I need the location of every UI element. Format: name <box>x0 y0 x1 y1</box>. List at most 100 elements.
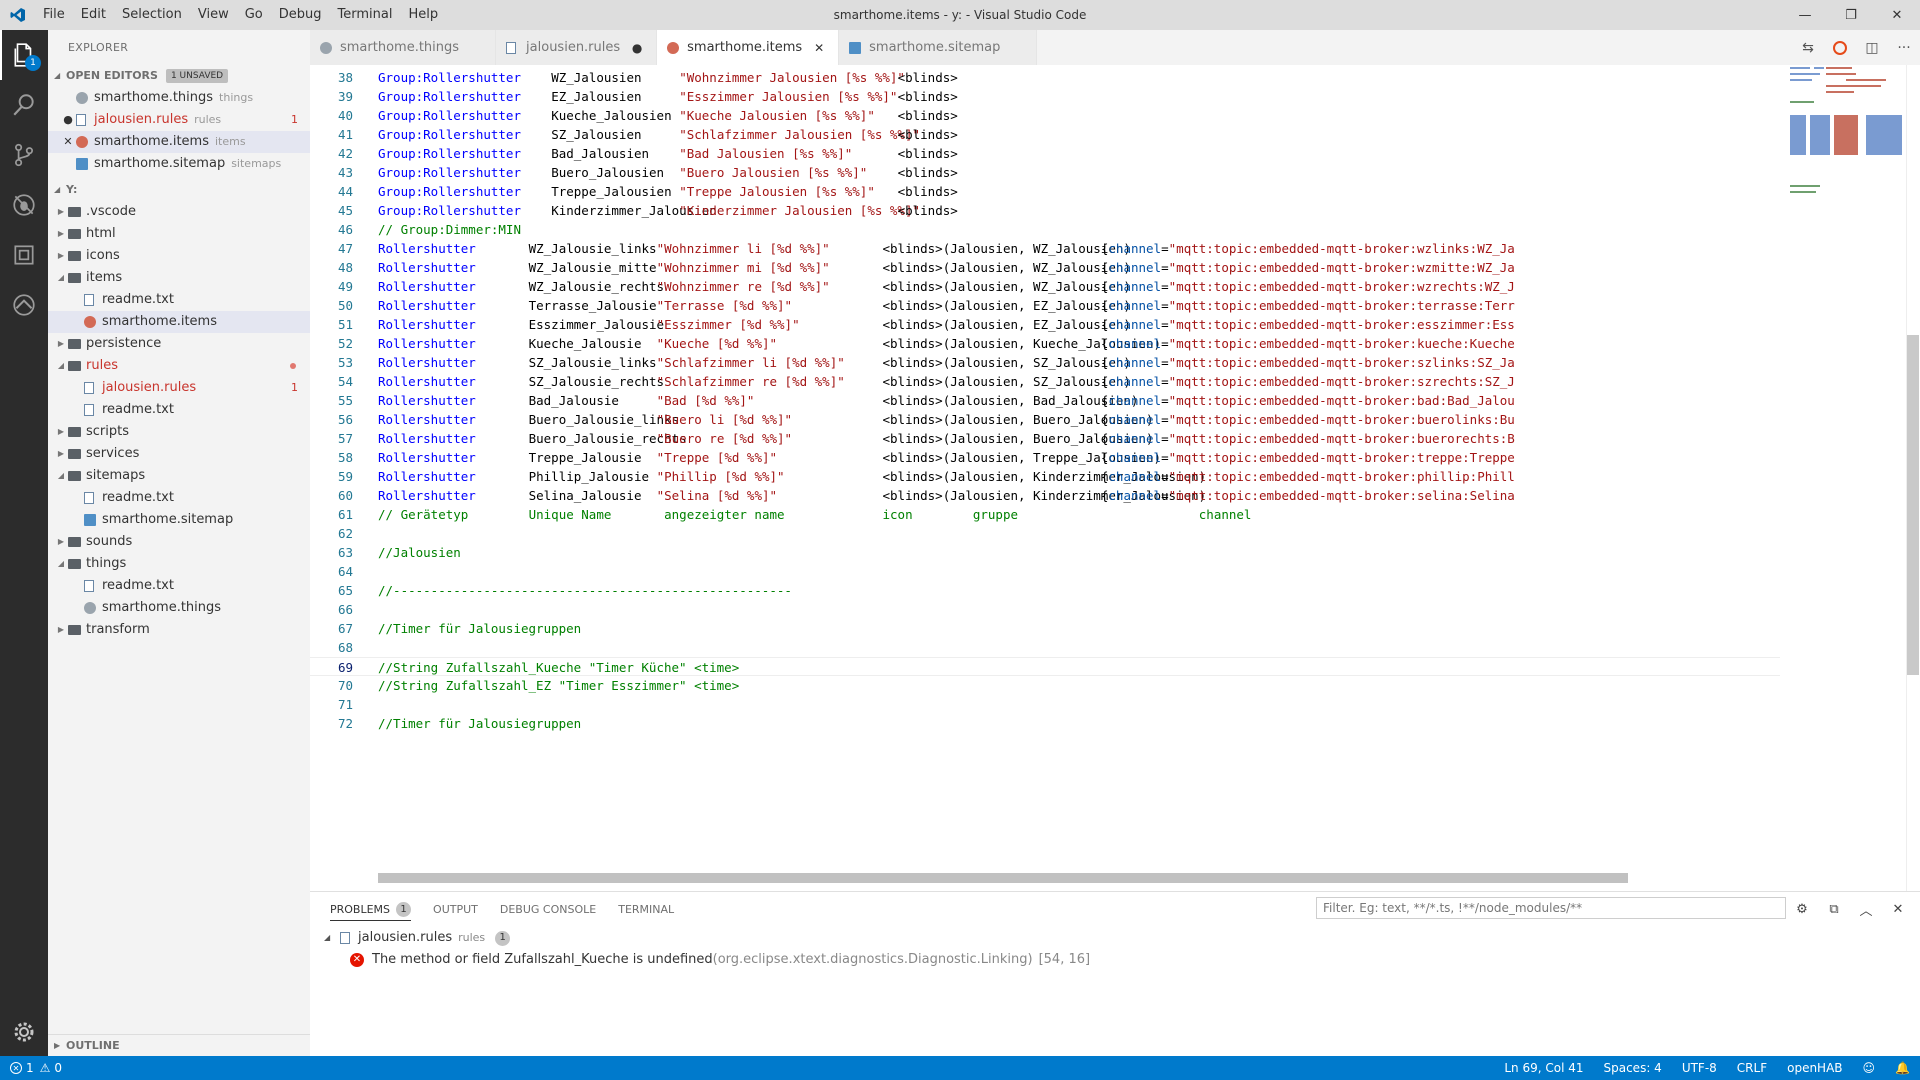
code-line[interactable]: 72 //Timer für Jalousiegruppen <box>310 714 1780 733</box>
folder-item[interactable]: ◢ sitemaps <box>48 465 310 487</box>
code-line[interactable]: 55 Rollershutter Bad_Jalousie "Bad [%d %%]"… <box>310 391 1780 410</box>
code-line[interactable]: 50 Rollershutter Terrasse_Jalousie "Terrass… <box>310 296 1780 315</box>
code-line[interactable]: 42 Group:Rollershutter Bad_Jalousien "Bad J… <box>310 144 1780 163</box>
encoding[interactable]: UTF-8 <box>1682 1061 1717 1075</box>
code-line[interactable]: 49 Rollershutter WZ_Jalousie_rechts "Wohnzi… <box>310 277 1780 296</box>
folder-item[interactable]: ▶ sounds <box>48 531 310 553</box>
code-line[interactable]: 52 Rollershutter Kueche_Jalousie "Kueche [%… <box>310 334 1780 353</box>
code-line[interactable]: 64 <box>310 562 1780 581</box>
menu-file[interactable]: File <box>35 0 73 30</box>
close-icon[interactable]: ✕ <box>60 131 76 153</box>
code-line[interactable]: 71 <box>310 695 1780 714</box>
code-line[interactable]: 43 Group:Rollershutter Buero_Jalousien "Bue… <box>310 163 1780 182</box>
code-line[interactable]: 38 Group:Rollershutter WZ_Jalousien "Wohnzi… <box>310 68 1780 87</box>
code-line[interactable]: 39 Group:Rollershutter EZ_Jalousien "Esszim… <box>310 87 1780 106</box>
code-line[interactable]: 44 Group:Rollershutter Treppe_Jalousien "Tr… <box>310 182 1780 201</box>
open-editor-item[interactable]: ✕ smarthome.items items <box>48 131 310 153</box>
filter-settings-icon[interactable]: ⚙ <box>1786 895 1818 925</box>
file-item[interactable]: smarthome.items <box>48 311 310 333</box>
file-item[interactable]: readme.txt <box>48 289 310 311</box>
cursor-position[interactable]: Ln 69, Col 41 <box>1504 1061 1583 1075</box>
code-line[interactable]: 47 Rollershutter WZ_Jalousie_links "Wohnzim… <box>310 239 1780 258</box>
collapse-all-icon[interactable]: ⧉ <box>1818 895 1850 925</box>
folder-item[interactable]: ▶ scripts <box>48 421 310 443</box>
more-icon[interactable]: ··· <box>1888 30 1920 65</box>
outline-header[interactable]: ▶ OUTLINE <box>48 1034 310 1056</box>
menu-edit[interactable]: Edit <box>73 0 114 30</box>
code-editor[interactable]: 38 Group:Rollershutter WZ_Jalousien "Wohnzi… <box>310 65 1920 891</box>
panel-tab-problems[interactable]: PROBLEMS 1 <box>330 902 412 921</box>
close-icon[interactable]: ✕ <box>812 41 826 55</box>
code-line[interactable]: 69 //String Zufallszahl_Kueche "Timer Küc… <box>310 657 1780 676</box>
language-mode[interactable]: openHAB <box>1787 1061 1842 1075</box>
menu-debug[interactable]: Debug <box>271 0 330 30</box>
menu-help[interactable]: Help <box>400 0 446 30</box>
explorer-icon[interactable]: 1 <box>0 30 48 80</box>
file-item[interactable]: smarthome.sitemap <box>48 509 310 531</box>
horizontal-scrollbar[interactable] <box>378 873 1628 883</box>
minimize-button[interactable]: — <box>1782 0 1828 30</box>
openhab-preview-icon[interactable] <box>1824 30 1856 65</box>
problem-file-row[interactable]: ◢ jalousien.rules rules 1 <box>310 927 1920 949</box>
code-line[interactable]: 54 Rollershutter SZ_Jalousie_rechts "Schlaf… <box>310 372 1780 391</box>
code-line[interactable]: 68 <box>310 638 1780 657</box>
code-line[interactable]: 70 //String Zufallszahl_EZ "Timer Esszimm… <box>310 676 1780 695</box>
menu-terminal[interactable]: Terminal <box>330 0 401 30</box>
problem-row[interactable]: ✕ The method or field Zufallszahl_Kueche… <box>310 949 1920 971</box>
extensions-icon[interactable] <box>0 230 48 280</box>
code-line[interactable]: 58 Rollershutter Treppe_Jalousie "Treppe [%… <box>310 448 1780 467</box>
code-line[interactable]: 48 Rollershutter WZ_Jalousie_mitte "Wohnzim… <box>310 258 1780 277</box>
tab-jalousien-rules[interactable]: jalousien.rules ● <box>496 30 658 65</box>
code-line[interactable]: 51 Rollershutter Esszimmer_Jalousie "Esszim… <box>310 315 1780 334</box>
code-line[interactable]: 60 Rollershutter Selina_Jalousie "Selina [%… <box>310 486 1780 505</box>
panel-tab-output[interactable]: OUTPUT <box>433 903 478 916</box>
source-control-icon[interactable] <box>0 130 48 180</box>
feedback-icon[interactable]: ☺ <box>1863 1061 1876 1075</box>
menu-selection[interactable]: Selection <box>114 0 190 30</box>
folder-header[interactable]: ◢ Y: <box>48 179 310 201</box>
folder-item[interactable]: ▶ transform <box>48 619 310 641</box>
open-editors-header[interactable]: ◢ OPEN EDITORS 1 UNSAVED <box>48 65 310 87</box>
open-editor-item[interactable]: smarthome.sitemap sitemaps <box>48 153 310 175</box>
folder-item[interactable]: ▶ icons <box>48 245 310 267</box>
maximize-panel-icon[interactable]: ︿ <box>1850 895 1882 925</box>
code-line[interactable]: 41 Group:Rollershutter SZ_Jalousien "Schlaf… <box>310 125 1780 144</box>
tab-smarthome-items[interactable]: smarthome.items ✕ <box>657 30 840 65</box>
dirty-dot-icon[interactable]: ● <box>630 41 644 55</box>
code-line[interactable]: 56 Rollershutter Buero_Jalousie_links "Buer… <box>310 410 1780 429</box>
vertical-scrollbar-thumb[interactable] <box>1907 335 1919 675</box>
folder-item[interactable]: ◢ items <box>48 267 310 289</box>
code-line[interactable]: 57 Rollershutter Buero_Jalousie_rechts "Bue… <box>310 429 1780 448</box>
open-editor-item[interactable]: ● jalousien.rules rules 1 <box>48 109 310 131</box>
end-of-line[interactable]: CRLF <box>1737 1061 1767 1075</box>
close-panel-icon[interactable]: ✕ <box>1882 895 1914 925</box>
openhab-icon[interactable] <box>0 280 48 330</box>
file-item[interactable]: readme.txt <box>48 487 310 509</box>
open-changes-icon[interactable]: ⇆ <box>1792 30 1824 65</box>
problems-filter-input[interactable]: Filter. Eg: text, **/*.ts, !**/node_modu… <box>1316 897 1786 919</box>
panel-tab-terminal[interactable]: TERMINAL <box>618 903 674 916</box>
code-line[interactable]: 61 // Gerätetyp Unique Name angezeigter nam… <box>310 505 1780 524</box>
file-item[interactable]: readme.txt <box>48 575 310 597</box>
menu-view[interactable]: View <box>190 0 237 30</box>
restore-button[interactable]: ❐ <box>1828 0 1874 30</box>
tab-smarthome-things[interactable]: smarthome.things <box>310 30 497 65</box>
code-line[interactable]: 62 <box>310 524 1780 543</box>
code-line[interactable]: 65 //------------------------------------… <box>310 581 1780 600</box>
menu-go[interactable]: Go <box>237 0 271 30</box>
dirty-dot-icon[interactable]: ● <box>60 109 76 131</box>
code-line[interactable]: 45 Group:Rollershutter Kinderzimmer_Jalous… <box>310 201 1780 220</box>
tab-smarthome-sitemap[interactable]: smarthome.sitemap <box>839 30 1038 65</box>
folder-item[interactable]: ◢ things <box>48 553 310 575</box>
debug-icon[interactable] <box>0 180 48 230</box>
folder-item[interactable]: ◢ rules <box>48 355 310 377</box>
file-item[interactable]: smarthome.things <box>48 597 310 619</box>
problems-status[interactable]: ✕ 1 ⚠ 0 <box>0 1061 62 1075</box>
code-line[interactable]: 66 <box>310 600 1780 619</box>
folder-item[interactable]: ▶ persistence <box>48 333 310 355</box>
code-line[interactable]: 53 Rollershutter SZ_Jalousie_links "Schlafz… <box>310 353 1780 372</box>
code-line[interactable]: 59 Rollershutter Phillip_Jalousie "Phillip … <box>310 467 1780 486</box>
code-line[interactable]: 67 //Timer für Jalousiegruppen <box>310 619 1780 638</box>
code-line[interactable]: 46 // Group:Dimmer:MIN <box>310 220 1780 239</box>
notifications-icon[interactable]: 🔔 <box>1895 1061 1910 1075</box>
